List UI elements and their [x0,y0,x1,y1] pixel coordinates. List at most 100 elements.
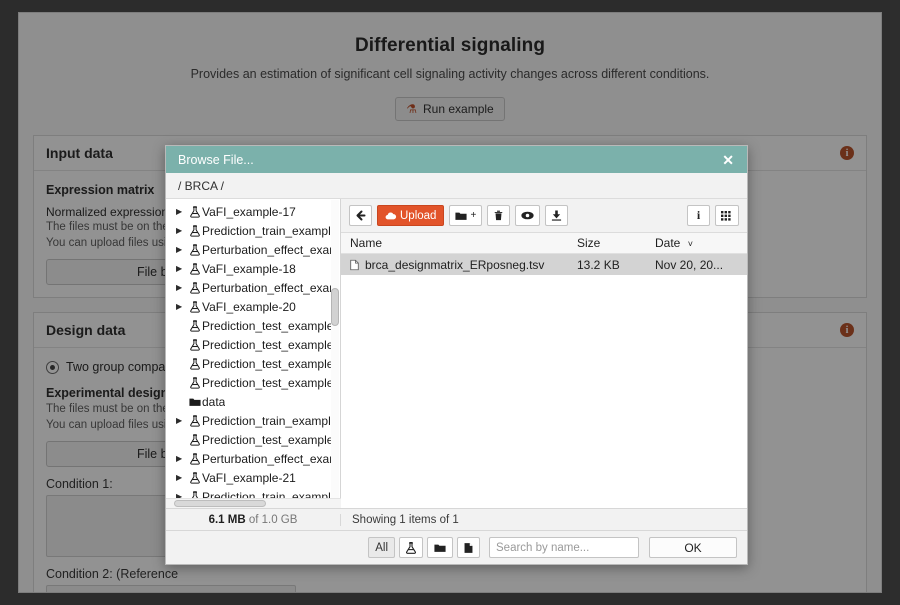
dialog-status-bar: 6.1 MB of 1.0 GB Showing 1 items of 1 [166,508,747,530]
tree-item[interactable]: ▶ Perturbation_effect_examp [166,240,331,259]
tree-item[interactable]: ▶data [166,392,331,411]
chevron-down-icon: ˅ [688,239,693,249]
tree-vertical-scroll-thumb[interactable] [331,288,339,326]
chevron-right-icon[interactable]: ▶ [176,303,187,311]
tree-item-label: VaFI_example-17 [202,205,296,219]
file-list[interactable]: brca_designmatrix_ERposneg.tsv13.2 KBNov… [341,254,747,508]
search-input[interactable] [489,537,639,558]
trash-icon [494,210,503,221]
tree-item[interactable]: ▶ Prediction_train_example-8 [166,411,331,430]
tree-item[interactable]: ▶Prediction_train_example-6 [166,221,331,240]
dialog-title-bar[interactable]: Browse File... ✕ [166,146,747,173]
filter-file-button[interactable] [457,537,480,558]
flask-icon [187,206,202,218]
info-i-icon: i [697,208,700,223]
flask-icon [187,358,202,370]
plus-icon: + [470,210,476,221]
tree-item-label: Perturbation_effect_examp [202,243,331,257]
column-header-name[interactable]: Name [341,236,577,250]
dialog-footer: All OK [166,530,747,564]
tree-item-label: Prediction_test_example-1 [202,319,331,333]
breadcrumb[interactable]: / BRCA / [166,173,747,199]
file-row[interactable]: brca_designmatrix_ERposneg.tsv13.2 KBNov… [341,254,747,275]
grid-view-button[interactable] [715,205,739,226]
file-icon [350,259,359,271]
tree-item[interactable]: ▶Prediction_test_example-1 [166,354,331,373]
tree-vertical-scrollbar[interactable] [331,200,339,507]
folder-tree-pane: ▶VaFI_example-17▶Prediction_train_exampl… [166,199,341,508]
column-header-date[interactable]: Date ˅ [655,236,747,250]
tree-item[interactable]: ▶ Perturbation_effect_examp [166,449,331,468]
storage-quota: 6.1 MB of 1.0 GB [166,514,341,526]
flask-icon [187,339,202,351]
tree-horizontal-scroll-thumb[interactable] [174,500,266,507]
tree-item[interactable]: ▶ VaFI_example-20 [166,297,331,316]
chevron-right-icon[interactable]: ▶ [176,474,187,482]
folder-plus-icon [455,211,467,221]
ok-button[interactable]: OK [649,537,737,558]
download-button[interactable] [545,205,568,226]
new-folder-button[interactable]: + [449,205,482,226]
details-button[interactable]: i [687,205,710,226]
file-toolbar: Upload + [341,199,747,233]
tree-item[interactable]: ▶Prediction_test_example-1 [166,316,331,335]
flask-icon [187,415,202,427]
grid-view-icon [721,211,733,221]
filter-experiment-button[interactable] [399,537,423,558]
flask-icon [187,453,202,465]
chevron-right-icon[interactable]: ▶ [176,246,187,254]
chevron-right-icon[interactable]: ▶ [176,208,187,216]
column-header-size[interactable]: Size [577,236,655,250]
storage-total: of 1.0 GB [249,514,298,526]
tree-item-label: Perturbation_effect_examp [202,281,331,295]
preview-button[interactable] [515,205,540,226]
tree-item[interactable]: ▶Prediction_test_example-1 [166,430,331,449]
flask-icon [187,225,202,237]
filter-all-button[interactable]: All [368,537,395,558]
arrow-left-icon [355,210,366,221]
tree-item[interactable]: ▶ Perturbation_effect_examp [166,278,331,297]
chevron-right-icon[interactable]: ▶ [176,227,187,235]
dialog-main: ▶VaFI_example-17▶Prediction_train_exampl… [166,199,747,508]
folder-tree-list[interactable]: ▶VaFI_example-17▶Prediction_train_exampl… [166,199,331,508]
filter-folder-button[interactable] [427,537,453,558]
upload-button[interactable]: Upload [377,205,444,226]
tree-item-label: VaFI_example-18 [202,262,296,276]
flask-icon [187,377,202,389]
dialog-title: Browse File... [178,153,254,167]
tree-item[interactable]: ▶Prediction_test_example-1 [166,373,331,392]
storage-used: 6.1 MB [209,514,246,526]
cloud-upload-icon [385,211,397,221]
tree-item[interactable]: ▶VaFI_example-21 [166,468,331,487]
items-count-status: Showing 1 items of 1 [341,514,459,526]
tree-item-label: data [202,395,225,409]
tree-item[interactable]: ▶ VaFI_example-18 [166,259,331,278]
file-list-header: Name Size Date ˅ [341,233,747,254]
flask-icon [406,542,416,554]
browse-file-dialog: Browse File... ✕ / BRCA / ▶VaFI_example-… [165,145,748,565]
delete-button[interactable] [487,205,510,226]
file-icon [464,542,473,554]
chevron-right-icon[interactable]: ▶ [176,284,187,292]
tree-item-label: Prediction_test_example-1 [202,376,331,390]
file-name-cell: brca_designmatrix_ERposneg.tsv [341,258,577,272]
flask-icon [187,320,202,332]
back-button[interactable] [349,205,372,226]
file-list-pane: Upload + [341,199,747,508]
chevron-right-icon[interactable]: ▶ [176,417,187,425]
flask-icon [187,263,202,275]
chevron-right-icon[interactable]: ▶ [176,265,187,273]
tree-item-label: Perturbation_effect_examp [202,452,331,466]
close-icon[interactable]: ✕ [719,151,737,169]
tree-item-label: Prediction_train_example-8 [202,414,331,428]
tree-item-label: VaFI_example-20 [202,300,296,314]
download-icon [551,210,562,221]
tree-item[interactable]: ▶Prediction_test_example-9 [166,335,331,354]
file-size: 13.2 KB [577,258,655,272]
flask-icon [187,434,202,446]
chevron-right-icon[interactable]: ▶ [176,455,187,463]
breadcrumb-path: / BRCA / [178,179,224,193]
tree-item-label: Prediction_test_example-9 [202,338,331,352]
tree-item[interactable]: ▶ VaFI_example-17 [166,202,331,221]
tree-horizontal-scrollbar[interactable] [166,498,341,508]
